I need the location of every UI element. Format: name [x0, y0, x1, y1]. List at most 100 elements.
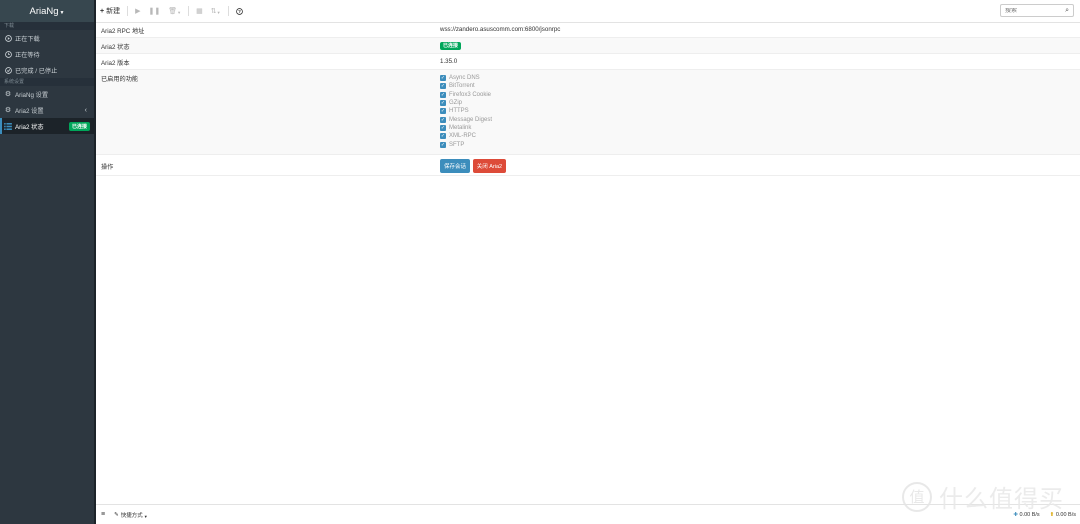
sidebar-item-ariang-settings[interactable]: ⚙ AriaNg 设置: [0, 86, 94, 102]
select-all-button[interactable]: ▦: [192, 7, 207, 15]
status-panel: Aria2 RPC 地址 wss://zandero.asuscomm.com:…: [96, 22, 1080, 176]
feature-label: BitTorrent: [449, 83, 475, 90]
checkbox-checked-icon: ✓: [440, 83, 446, 90]
sidebar-item-label: Aria2 设置: [15, 107, 44, 115]
feature-item: ✓ Firefox3 Cookie: [440, 91, 1075, 99]
section-header-settings: 系统设置: [0, 78, 94, 86]
sidebar-item-label: 正在下载: [15, 35, 40, 43]
checkbox-checked-icon: ✓: [440, 100, 446, 107]
sidebar-item-label: Aria2 状态: [15, 123, 44, 131]
feature-label: Async DNS: [449, 75, 480, 82]
section-header-downloads: 下载: [0, 22, 94, 30]
feature-label: GZip: [449, 100, 463, 107]
trash-icon: 🗑: [168, 8, 178, 15]
feature-item: ✓ Async DNS: [440, 74, 1075, 82]
toolbar: + 新建 ▶ ❚❚ 🗑▼ ▦ ⇅▼ ? ⌕: [96, 0, 1080, 23]
watermark-logo-icon: 值: [902, 481, 932, 512]
sort-button[interactable]: ⇅ ▼: [207, 7, 225, 15]
feature-item: ✓ HTTPS: [440, 107, 1075, 115]
search-icon: ⌕: [1065, 6, 1069, 14]
aria2-state-label: Aria2 状态: [101, 44, 130, 51]
sidebar: AriaNg ▼ 下载 正在下载 正在等待 已完成 / 已停止 系统设置 ⚙ Ar…: [0, 0, 94, 524]
svg-text:?: ?: [238, 9, 241, 14]
sidebar-item-label: 正在等待: [15, 51, 40, 59]
feature-label: HTTPS: [449, 108, 469, 115]
new-task-button[interactable]: + 新建: [96, 6, 124, 16]
feature-label: SFTP: [449, 141, 465, 148]
table-row: Aria2 状态 已连接: [96, 38, 1080, 54]
pause-icon: ❚❚: [148, 8, 161, 15]
save-session-button[interactable]: 保存会话: [440, 159, 471, 173]
shortcut-button[interactable]: ✎ 快捷方式 ▼: [114, 511, 148, 519]
checkbox-checked-icon: ✓: [440, 141, 446, 148]
feature-label: XML-RPC: [449, 133, 477, 140]
sidebar-item-label: AriaNg 设置: [15, 91, 49, 99]
gears-icon: ⚙: [4, 107, 12, 114]
checkbox-checked-icon: ✓: [440, 124, 446, 131]
sidebar-item-aria2-settings[interactable]: ⚙ Aria2 设置 ‹: [0, 102, 94, 118]
checkbox-checked-icon: ✓: [440, 108, 446, 115]
question-circle-icon: ?: [235, 7, 243, 15]
feature-item: ✓ GZip: [440, 99, 1075, 107]
start-button[interactable]: ▶: [131, 7, 144, 15]
shortcut-label: 快捷方式: [120, 512, 143, 519]
search-input[interactable]: [1005, 7, 1055, 14]
checkbox-checked-icon: ✓: [440, 75, 446, 82]
enabled-features-label: 已启用的功能: [101, 76, 139, 83]
brand-logo[interactable]: AriaNg ▼: [0, 0, 94, 22]
pause-button[interactable]: ❚❚: [144, 7, 164, 15]
check-circle-icon: [4, 66, 12, 74]
caret-down-icon: ▼: [177, 10, 182, 15]
play-icon: ▶: [135, 8, 141, 15]
caret-down-icon: ▼: [143, 513, 148, 519]
sidebar-item-waiting[interactable]: 正在等待: [0, 46, 94, 62]
feature-item: ✓ Message Digest: [440, 115, 1075, 123]
sidebar-item-stopped[interactable]: 已完成 / 已停止: [0, 62, 94, 78]
table-row: 操作 保存会话 关闭 Aria2: [96, 155, 1080, 176]
new-task-label: 新建: [106, 8, 121, 15]
actions-cell: 保存会话 关闭 Aria2: [435, 155, 1080, 175]
caret-down-icon: ▼: [59, 10, 65, 16]
toolbar-separator: [127, 6, 129, 16]
help-button[interactable]: ?: [232, 7, 247, 15]
wrench-icon: ✎: [114, 511, 119, 518]
checkbox-checked-icon: ✓: [440, 133, 446, 140]
watermark: 值 什么值得买: [902, 479, 1064, 514]
aria2-version-value: 1.35.0: [440, 58, 458, 65]
feature-label: Metalink: [449, 124, 472, 131]
toolbar-separator: [227, 6, 229, 16]
rpc-address-value: wss://zandero.asuscomm.com:6800/jsonrpc: [440, 26, 561, 33]
menu-icon[interactable]: ≡: [101, 511, 105, 518]
plus-icon: +: [100, 7, 105, 15]
play-circle-icon: [4, 34, 12, 42]
sidebar-item-downloading[interactable]: 正在下载: [0, 30, 94, 46]
brand-title: AriaNg: [29, 5, 59, 17]
aria2-version-label: Aria2 版本: [101, 60, 130, 67]
feature-label: Firefox3 Cookie: [449, 91, 492, 98]
toolbar-separator: [188, 6, 190, 16]
search-box: ⌕: [1000, 4, 1074, 17]
sidebar-item-label: 已完成 / 已停止: [15, 67, 58, 75]
watermark-text: 什么值得买: [939, 485, 1064, 513]
gear-icon: ⚙: [4, 91, 12, 98]
table-row: Aria2 版本 1.35.0: [96, 54, 1080, 70]
feature-item: ✓ BitTorrent: [440, 82, 1075, 90]
feature-list: ✓ Async DNS ✓ BitTorrent ✓ Firefox3 Cookie ✓ GZ…: [435, 70, 1080, 154]
chevron-left-icon[interactable]: ‹: [85, 107, 87, 114]
table-row: 已启用的功能 ✓ Async DNS ✓ BitTorrent ✓ Firefox3 Co…: [96, 70, 1080, 155]
feature-item: ✓ Metalink: [440, 124, 1075, 132]
caret-down-icon: ▼: [216, 10, 221, 15]
actions-label: 操作: [101, 164, 114, 171]
grid-icon: ▦: [196, 8, 203, 15]
connected-badge: 已连接: [440, 42, 462, 50]
sidebar-item-aria2-status[interactable]: Aria2 状态 已连接: [0, 118, 94, 134]
delete-button[interactable]: 🗑 ▼: [164, 7, 185, 15]
clock-icon: [4, 50, 12, 58]
server-icon: [4, 122, 12, 130]
status-badge: 已连接: [68, 121, 90, 131]
checkbox-checked-icon: ✓: [440, 91, 446, 98]
feature-label: Message Digest: [449, 116, 493, 123]
shutdown-aria2-button[interactable]: 关闭 Aria2: [472, 159, 507, 173]
rpc-address-label: Aria2 RPC 地址: [101, 28, 145, 35]
checkbox-checked-icon: ✓: [440, 116, 446, 123]
